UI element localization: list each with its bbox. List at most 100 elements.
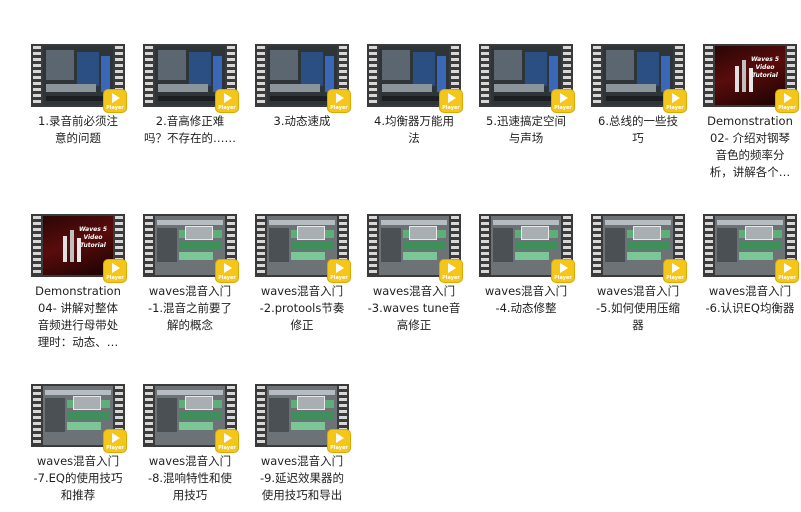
video-thumbnail[interactable]: Player <box>31 44 126 112</box>
file-name-line: waves混音入门 <box>260 454 344 468</box>
file-name: waves混音入门 -1.混音之前要了 解的概念 <box>141 283 239 334</box>
player-badge-label: Player <box>330 105 348 111</box>
file-name-line: 和推荐 <box>60 488 96 502</box>
video-thumbnail[interactable]: Player <box>367 214 462 282</box>
file-name-line: -5.如何使用压缩 <box>595 301 681 315</box>
file-name: waves混音入门 -8.混响特性和使 用技巧 <box>141 453 239 504</box>
file-name-line: 02- 介绍对钢琴 <box>710 131 790 145</box>
file-name: 3.动态速成 <box>253 113 351 130</box>
file-name: waves混音入门 -3.waves tune音 高修正 <box>365 283 463 334</box>
file-name-line: waves混音入门 <box>596 284 680 298</box>
thumbnail-screen <box>491 216 561 275</box>
player-play-icon: Player <box>776 90 798 112</box>
file-name-line: 器 <box>632 318 644 332</box>
video-thumbnail[interactable]: Player <box>703 214 798 282</box>
file-name-line: 1.录音前必须注 <box>38 114 118 128</box>
player-play-icon: Player <box>104 430 126 452</box>
thumbnail-screen <box>155 216 225 275</box>
player-play-icon: Player <box>552 260 574 282</box>
file-name: waves混音入门 -6.认识EQ均衡器 <box>701 283 799 317</box>
player-badge-label: Player <box>442 105 460 111</box>
player-play-icon: Player <box>328 260 350 282</box>
video-thumbnail[interactable]: Player <box>143 214 238 282</box>
thumbnail-screen <box>603 216 673 275</box>
video-thumbnail[interactable]: Player <box>255 44 350 112</box>
file-name-line: 意的问题 <box>55 131 101 145</box>
file-name-line: -8.混响特性和使 <box>147 471 233 485</box>
player-play-icon: Player <box>776 260 798 282</box>
video-thumbnail[interactable]: Waves 5 Video Tutorial Player <box>31 214 126 282</box>
video-thumbnail[interactable]: Player <box>255 384 350 452</box>
file-name-line: -4.动态修整 <box>495 301 557 315</box>
player-badge-label: Player <box>218 445 236 451</box>
thumbnail-screen: Waves 5 Video Tutorial <box>715 46 785 105</box>
video-thumbnail[interactable]: Player <box>31 384 126 452</box>
file-name-line: Demonstration <box>707 114 793 128</box>
video-thumbnail[interactable]: Player <box>367 44 462 112</box>
file-grid: Player 1.录音前必须注 意的问题 Player 2.音高修正难 吗？不存在的…… P… <box>0 0 801 512</box>
player-play-icon: Player <box>440 260 462 282</box>
file-name-line: -7.EQ的使用技巧 <box>33 471 123 485</box>
player-badge-label: Player <box>554 275 572 281</box>
file-name-line: waves混音入门 <box>260 284 344 298</box>
player-play-icon: Player <box>104 90 126 112</box>
video-thumbnail[interactable]: Player <box>591 214 686 282</box>
file-name-line: waves混音入门 <box>148 284 232 298</box>
thumbnail-screen <box>267 386 337 445</box>
file-name-line: 3.动态速成 <box>273 114 331 128</box>
file-name-line: waves混音入门 <box>148 454 232 468</box>
file-name-line: 5.迅速搞定空间 <box>486 114 566 128</box>
file-name: waves混音入门 -9.延迟效果器的 使用技巧和导出 <box>253 453 351 504</box>
file-name-line: -6.认识EQ均衡器 <box>705 301 795 315</box>
file-name-line: waves混音入门 <box>372 284 456 298</box>
file-name: waves混音入门 -5.如何使用压缩器 <box>589 283 687 334</box>
file-name-line: 法 <box>408 131 420 145</box>
player-badge-label: Player <box>330 275 348 281</box>
thumbnail-screen <box>379 216 449 275</box>
file-name-line: 用技巧 <box>172 488 208 502</box>
video-thumbnail[interactable]: Player <box>591 44 686 112</box>
player-badge-label: Player <box>106 445 124 451</box>
file-name-line: 6.总线的一些技 <box>598 114 678 128</box>
file-name: waves混音入门 -2.protools节奏 修正 <box>253 283 351 334</box>
video-thumbnail[interactable]: Player <box>479 44 574 112</box>
file-name-line: -3.waves tune音 <box>367 301 461 315</box>
player-play-icon: Player <box>216 260 238 282</box>
player-badge-label: Player <box>778 275 796 281</box>
thumbnail-screen <box>379 46 449 105</box>
video-thumbnail[interactable]: Waves 5 Video Tutorial Player <box>703 44 798 112</box>
player-badge-label: Player <box>554 105 572 111</box>
video-thumbnail[interactable]: Player <box>255 214 350 282</box>
player-play-icon: Player <box>216 430 238 452</box>
thumbnail-screen <box>43 386 113 445</box>
thumbnail-screen: Waves 5 Video Tutorial <box>43 216 113 275</box>
file-name-line: waves混音入门 <box>708 284 792 298</box>
file-name-line: 2.音高修正难 <box>155 114 225 128</box>
file-name-line: 与声场 <box>508 131 544 145</box>
player-badge-label: Player <box>442 275 460 281</box>
file-name: Demonstration 04- 讲解对整体 音频进行母带处 理时：动态、… <box>29 283 127 351</box>
player-badge-label: Player <box>778 105 796 111</box>
thumbnail-screen <box>603 46 673 105</box>
file-name-line: 音频进行母带处 <box>37 318 119 332</box>
file-name-line: 解的概念 <box>167 318 213 332</box>
player-play-icon: Player <box>216 90 238 112</box>
waves-cover-text: Waves 5 Video Tutorial <box>750 56 780 79</box>
player-play-icon: Player <box>664 260 686 282</box>
video-thumbnail[interactable]: Player <box>143 384 238 452</box>
player-badge-label: Player <box>218 275 236 281</box>
video-thumbnail[interactable]: Player <box>479 214 574 282</box>
file-name-line: 使用技巧和导出 <box>261 488 343 502</box>
file-name-line: 修正 <box>290 318 314 332</box>
file-name-line: 巧 <box>632 131 644 145</box>
thumbnail-screen <box>267 216 337 275</box>
file-name: 1.录音前必须注 意的问题 <box>29 113 127 147</box>
file-name-line: 4.均衡器万能用 <box>374 114 454 128</box>
file-name-line: -2.protools节奏 <box>259 301 345 315</box>
file-name: 4.均衡器万能用法 <box>365 113 463 147</box>
file-name-line: 理时：动态、… <box>37 335 119 349</box>
file-name: waves混音入门 -4.动态修整 <box>477 283 575 317</box>
file-name: waves混音入门 -7.EQ的使用技巧 和推荐 <box>29 453 127 504</box>
video-thumbnail[interactable]: Player <box>143 44 238 112</box>
thumbnail-screen <box>43 46 113 105</box>
